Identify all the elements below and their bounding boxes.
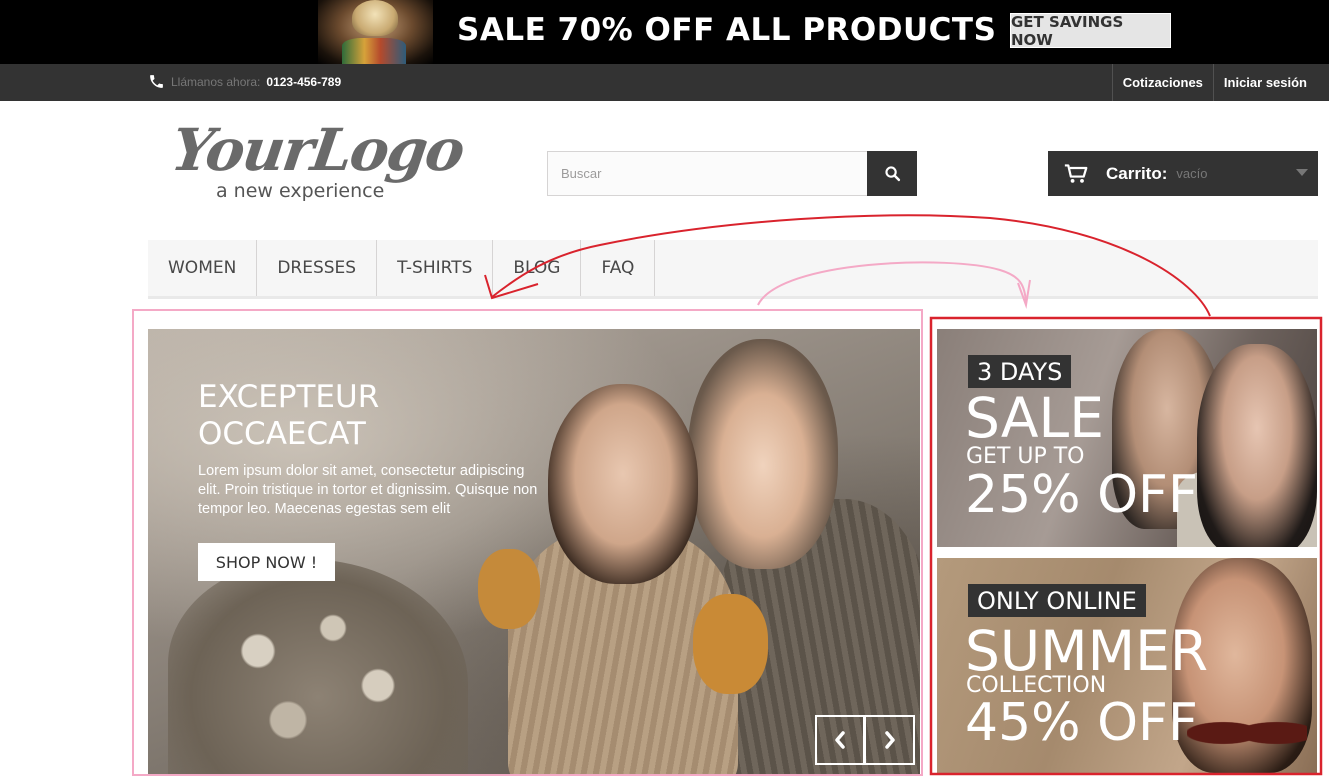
model-dress <box>342 38 406 64</box>
get-savings-button[interactable]: GET SAVINGS NOW <box>1010 13 1171 49</box>
slide-title: EXCEPTEUR OCCAECAT <box>198 379 380 452</box>
site-logo[interactable]: YourLogo a new experience <box>167 116 467 210</box>
menu-item-faq[interactable]: FAQ <box>581 240 656 296</box>
phone-icon <box>150 75 163 88</box>
menu-item-tshirts[interactable]: T-SHIRTS <box>377 240 494 296</box>
menu-item-blog[interactable]: BLOG <box>493 240 582 296</box>
banner-discount: 45% OFF <box>965 693 1198 753</box>
slide-text: Lorem ipsum dolor sit amet, consectetur … <box>198 463 538 517</box>
login-link[interactable]: Iniciar sesión <box>1212 64 1317 101</box>
search-button[interactable] <box>867 151 917 196</box>
shop-now-button[interactable]: SHOP NOW ! <box>198 543 335 581</box>
chevron-left-icon <box>835 731 845 749</box>
utility-bar: Llámanos ahora: 0123-456-789 Cotizacione… <box>0 64 1329 101</box>
logo-tagline: a new experience <box>216 180 385 202</box>
logo-script: YourLogo <box>167 116 468 184</box>
menu-item-dresses[interactable]: DRESSES <box>257 240 378 296</box>
chevron-right-icon <box>884 731 895 749</box>
banner-pill-label: ONLY ONLINE <box>968 584 1146 617</box>
banner-sunglasses-image <box>1187 708 1307 758</box>
cart-status: vacío <box>1176 166 1208 181</box>
banner-headline: SALE <box>965 386 1104 450</box>
banner-pill-label: 3 DAYS <box>968 355 1072 388</box>
phone-info: Llámanos ahora: 0123-456-789 <box>148 73 341 90</box>
slider-mitten <box>478 549 540 629</box>
main-menu: WOMEN DRESSES T-SHIRTS BLOG FAQ <box>148 240 1318 299</box>
slider-mitten <box>693 594 768 694</box>
model-hair <box>352 0 398 36</box>
phone-number: 0123-456-789 <box>266 74 342 89</box>
slider-next-button[interactable] <box>865 715 915 765</box>
promo-model-image <box>318 0 433 64</box>
homepage-slider: EXCEPTEUR OCCAECAT Lorem ipsum dolor sit… <box>148 329 920 775</box>
account-links: Cotizaciones Iniciar sesión <box>1111 64 1317 101</box>
banner-headline: SUMMER <box>965 619 1209 683</box>
search-icon <box>884 166 900 182</box>
banner-discount: 25% OFF <box>965 465 1198 525</box>
banner-woman-image <box>1197 344 1317 547</box>
quotes-link[interactable]: Cotizaciones <box>1111 64 1213 101</box>
promo-banner[interactable]: SALE 70% OFF ALL PRODUCTS GET SAVINGS NO… <box>0 0 1329 64</box>
search-form <box>547 151 917 196</box>
slider-model-face <box>688 339 838 569</box>
promo-banner-sale[interactable]: 3 DAYS SALE GET UP TO 25% OFF <box>937 329 1317 547</box>
menu-item-women[interactable]: WOMEN <box>148 240 258 296</box>
cart-icon <box>1064 163 1088 183</box>
search-input[interactable] <box>547 151 867 196</box>
cart-button[interactable]: Carrito: vacío <box>1048 151 1318 196</box>
promo-title: SALE 70% OFF ALL PRODUCTS <box>457 12 997 48</box>
call-label: Llámanos ahora: <box>171 74 261 89</box>
chevron-down-icon[interactable] <box>1296 169 1308 176</box>
slider-model-face <box>548 384 698 584</box>
slider-prev-button[interactable] <box>815 715 865 765</box>
cart-label: Carrito: <box>1106 163 1168 183</box>
promo-banner-summer[interactable]: ONLY ONLINE SUMMER COLLECTION 45% OFF <box>937 558 1317 773</box>
